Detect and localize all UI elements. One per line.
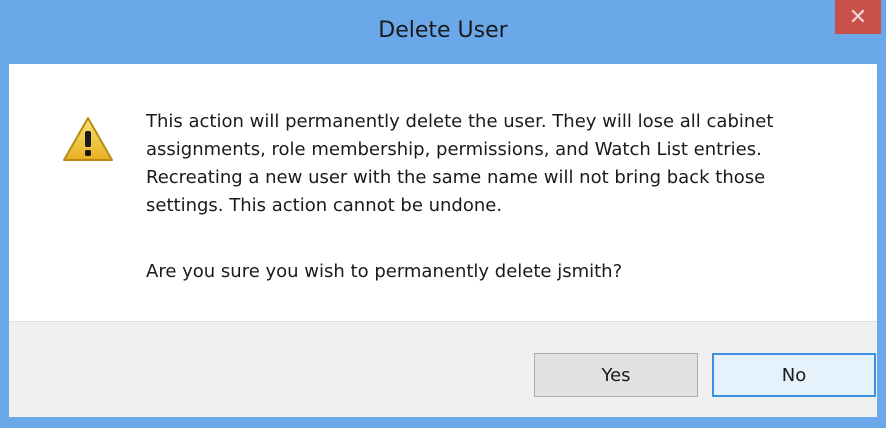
message-text: This action will permanently delete the … xyxy=(146,111,774,216)
question-text: Are you sure you wish to permanently del… xyxy=(146,261,623,282)
dialog-title: Delete User xyxy=(378,18,508,43)
dialog-client-area: This action will permanently delete the … xyxy=(9,64,877,417)
message-area: This action will permanently delete the … xyxy=(9,64,877,321)
title-bar[interactable]: Delete User ✕ xyxy=(0,0,886,64)
warning-icon xyxy=(63,117,113,161)
yes-button[interactable]: Yes xyxy=(534,353,698,397)
close-icon: ✕ xyxy=(848,4,868,30)
dialog-window: Delete User ✕ This action will permanent… xyxy=(0,0,886,428)
button-bar: Yes No xyxy=(9,321,877,417)
close-button[interactable]: ✕ xyxy=(835,0,881,34)
no-button[interactable]: No xyxy=(712,353,876,397)
